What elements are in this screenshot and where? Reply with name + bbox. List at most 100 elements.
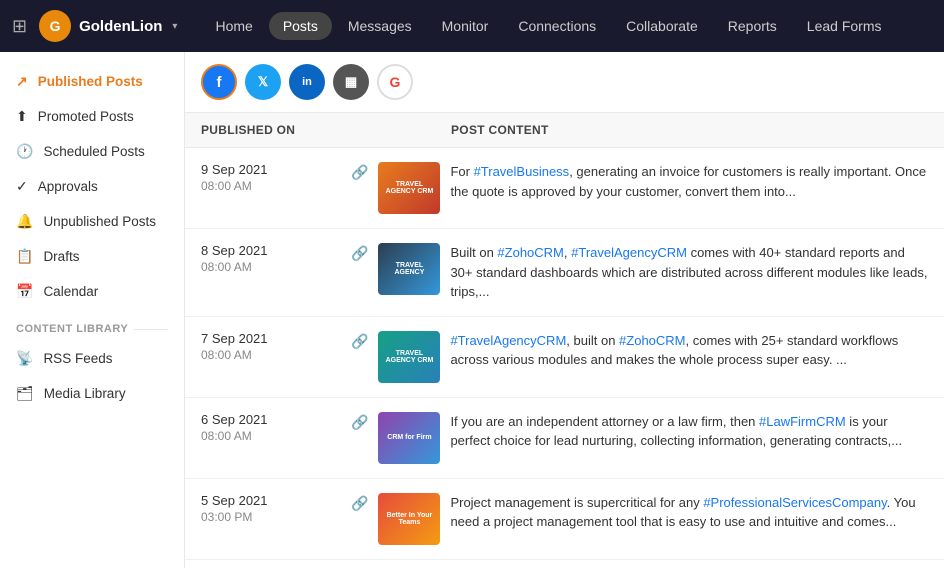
post-content: Built on #ZohoCRM, #TravelAgencyCRM come… — [450, 243, 928, 302]
nav-monitor[interactable]: Monitor — [428, 12, 503, 40]
sidebar-item-unpublished-posts[interactable]: 🔔 Unpublished Posts — [0, 204, 184, 239]
grid-icon[interactable]: ⊞ — [12, 16, 27, 37]
tab-linkedin[interactable]: in — [289, 64, 325, 100]
table-header: PUBLISHED ON POST CONTENT — [185, 113, 944, 148]
post-content: For #TravelBusiness, generating an invoi… — [450, 162, 928, 201]
approvals-icon: ✓ — [16, 178, 28, 195]
top-nav: ⊞ G GoldenLion ▾ Home Posts Messages Mon… — [0, 0, 944, 52]
table-row: 9 Sep 2021 08:00 AM 🔗 TRAVEL AGENCY CRM … — [185, 148, 944, 229]
sidebar-item-calendar[interactable]: 📅 Calendar — [0, 274, 184, 309]
main-layout: ↗ Published Posts ⬆ Promoted Posts 🕐 Sch… — [0, 52, 944, 568]
col-header-date: PUBLISHED ON — [201, 123, 351, 137]
content-library-section: CONTENT LIBRARY — [0, 309, 184, 341]
brand-name: GoldenLion — [79, 18, 162, 35]
col-header-content: POST CONTENT — [451, 123, 928, 137]
tab-facebook[interactable]: f — [201, 64, 237, 100]
buffer-icon: ▦ — [345, 74, 357, 90]
tab-twitter[interactable]: 𝕏 — [245, 64, 281, 100]
post-time: 08:00 AM — [201, 429, 341, 443]
post-time: 08:00 AM — [201, 260, 341, 274]
post-date: 9 Sep 2021 — [201, 162, 341, 177]
post-date: 6 Sep 2021 — [201, 412, 341, 427]
post-hashtag-link[interactable]: #TravelBusiness — [474, 164, 570, 179]
post-image: TRAVEL AGENCY — [378, 243, 440, 295]
nav-posts[interactable]: Posts — [269, 12, 332, 40]
post-link-icon[interactable]: 🔗 — [351, 414, 368, 431]
promoted-posts-icon: ⬆ — [16, 108, 28, 125]
sidebar-item-drafts[interactable]: 📋 Drafts — [0, 239, 184, 274]
linkedin-icon: in — [302, 76, 312, 88]
nav-collaborate[interactable]: Collaborate — [612, 12, 712, 40]
media-library-icon: 🗂 — [16, 385, 34, 402]
unpublished-posts-icon: 🔔 — [16, 213, 33, 230]
post-image: CRM for Firm — [378, 412, 440, 464]
sidebar-item-published-posts[interactable]: ↗ Published Posts — [0, 64, 184, 99]
sidebar-label-drafts: Drafts — [43, 249, 79, 264]
sidebar-item-approvals[interactable]: ✓ Approvals — [0, 169, 184, 204]
post-time: 08:00 AM — [201, 179, 341, 193]
sidebar-item-rss-feeds[interactable]: 📡 RSS Feeds — [0, 341, 184, 376]
sidebar-label-scheduled-posts: Scheduled Posts — [43, 144, 144, 159]
post-date-col: 9 Sep 2021 08:00 AM — [201, 162, 341, 193]
post-content: #TravelAgencyCRM, built on #ZohoCRM, com… — [450, 331, 928, 370]
sidebar: ↗ Published Posts ⬆ Promoted Posts 🕐 Sch… — [0, 52, 185, 568]
post-image: TRAVEL AGENCY CRM — [378, 331, 440, 383]
post-link-icon[interactable]: 🔗 — [351, 495, 368, 512]
nav-home[interactable]: Home — [201, 12, 266, 40]
sidebar-item-media-library[interactable]: 🗂 Media Library — [0, 376, 184, 411]
drafts-icon: 📋 — [16, 248, 33, 265]
sidebar-item-promoted-posts[interactable]: ⬆ Promoted Posts — [0, 99, 184, 134]
post-date-col: 6 Sep 2021 08:00 AM — [201, 412, 341, 443]
post-hashtag-link[interactable]: #ZohoCRM — [497, 245, 563, 260]
nav-links: Home Posts Messages Monitor Connections … — [201, 12, 895, 40]
brand-logo[interactable]: G GoldenLion ▾ — [39, 10, 177, 42]
main-content: f 𝕏 in ▦ G PUBLISHED ON POST CONTENT — [185, 52, 944, 568]
post-content: If you are an independent attorney or a … — [450, 412, 928, 451]
post-hashtag-link[interactable]: #TravelAgencyCRM — [571, 245, 687, 260]
twitter-icon: 𝕏 — [258, 74, 268, 90]
table-row: 6 Sep 2021 08:00 AM 🔗 CRM for Firm If yo… — [185, 398, 944, 479]
post-date: 5 Sep 2021 — [201, 493, 341, 508]
post-hashtag-link[interactable]: #LawFirmCRM — [759, 414, 846, 429]
post-time: 03:00 PM — [201, 510, 341, 524]
sidebar-item-scheduled-posts[interactable]: 🕐 Scheduled Posts — [0, 134, 184, 169]
google-icon: G — [390, 74, 401, 90]
post-hashtag-link[interactable]: #ProfessionalServicesCompany — [703, 495, 886, 510]
post-date-col: 7 Sep 2021 08:00 AM — [201, 331, 341, 362]
post-link-icon[interactable]: 🔗 — [351, 164, 368, 181]
scheduled-posts-icon: 🕐 — [16, 143, 33, 160]
table-row: 8 Sep 2021 08:00 AM 🔗 TRAVEL AGENCY Buil… — [185, 229, 944, 317]
post-content: Project management is supercritical for … — [450, 493, 928, 532]
nav-lead-forms[interactable]: Lead Forms — [793, 12, 896, 40]
brand-chevron-icon: ▾ — [172, 21, 177, 32]
calendar-icon: 📅 — [16, 283, 33, 300]
tab-buffer[interactable]: ▦ — [333, 64, 369, 100]
tab-google[interactable]: G — [377, 64, 413, 100]
rss-feeds-icon: 📡 — [16, 350, 33, 367]
nav-reports[interactable]: Reports — [714, 12, 791, 40]
post-link-icon[interactable]: 🔗 — [351, 245, 368, 262]
post-date-col: 5 Sep 2021 03:00 PM — [201, 493, 341, 524]
post-image: Better In Your Teams — [378, 493, 440, 545]
post-date-col: 8 Sep 2021 08:00 AM — [201, 243, 341, 274]
social-tabs: f 𝕏 in ▦ G — [185, 52, 944, 113]
logo-circle: G — [39, 10, 71, 42]
logo-letter: G — [50, 18, 61, 34]
post-hashtag-link[interactable]: #ZohoCRM — [619, 333, 685, 348]
post-date: 7 Sep 2021 — [201, 331, 341, 346]
sidebar-label-published-posts: Published Posts — [38, 74, 143, 89]
sidebar-label-unpublished-posts: Unpublished Posts — [43, 214, 156, 229]
nav-connections[interactable]: Connections — [504, 12, 610, 40]
published-posts-icon: ↗ — [16, 73, 28, 90]
nav-messages[interactable]: Messages — [334, 12, 426, 40]
table-row: 5 Sep 2021 03:00 PM 🔗 Better In Your Tea… — [185, 479, 944, 560]
sidebar-label-rss-feeds: RSS Feeds — [43, 351, 112, 366]
posts-list: 9 Sep 2021 08:00 AM 🔗 TRAVEL AGENCY CRM … — [185, 148, 944, 568]
post-link-icon[interactable]: 🔗 — [351, 333, 368, 350]
post-date: 8 Sep 2021 — [201, 243, 341, 258]
post-hashtag-link[interactable]: #TravelAgencyCRM — [450, 333, 566, 348]
sidebar-label-calendar: Calendar — [43, 284, 98, 299]
facebook-icon: f — [217, 74, 222, 91]
sidebar-label-promoted-posts: Promoted Posts — [38, 109, 134, 124]
sidebar-label-approvals: Approvals — [38, 179, 98, 194]
